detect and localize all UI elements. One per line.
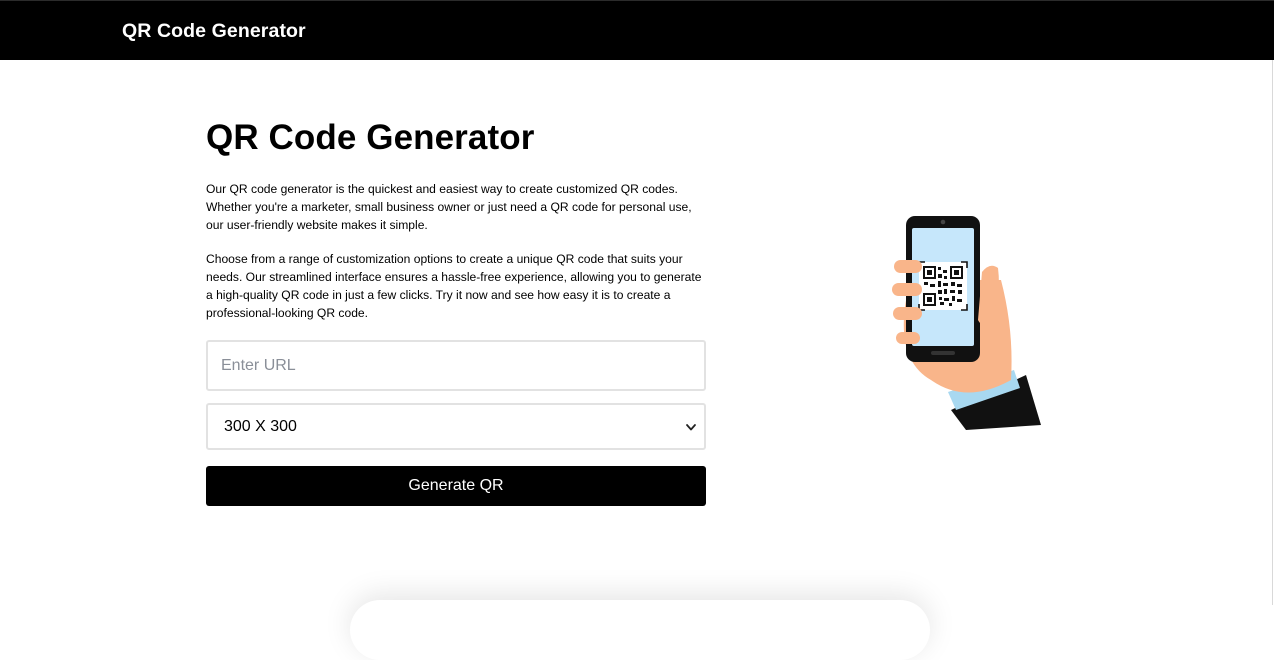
generate-qr-button[interactable]: Generate QR: [206, 466, 706, 506]
chevron-down-icon: [686, 424, 696, 431]
page-title: QR Code Generator: [206, 118, 535, 157]
size-select-value: 300 X 300: [224, 418, 297, 435]
page-edge-divider: [1272, 60, 1273, 605]
hand-holding-phone-qr-icon: [892, 216, 1041, 430]
description-paragraph: Choose from a range of customization opt…: [206, 252, 702, 320]
footer-card-shadow: [350, 600, 930, 660]
brand-logo-text[interactable]: QR Code Generator: [122, 20, 306, 43]
intro-paragraph: Our QR code generator is the quickest an…: [206, 182, 692, 232]
url-input[interactable]: [206, 340, 706, 391]
size-select[interactable]: 300 X 300: [206, 403, 706, 450]
top-navbar: QR Code Generator: [0, 0, 1274, 60]
